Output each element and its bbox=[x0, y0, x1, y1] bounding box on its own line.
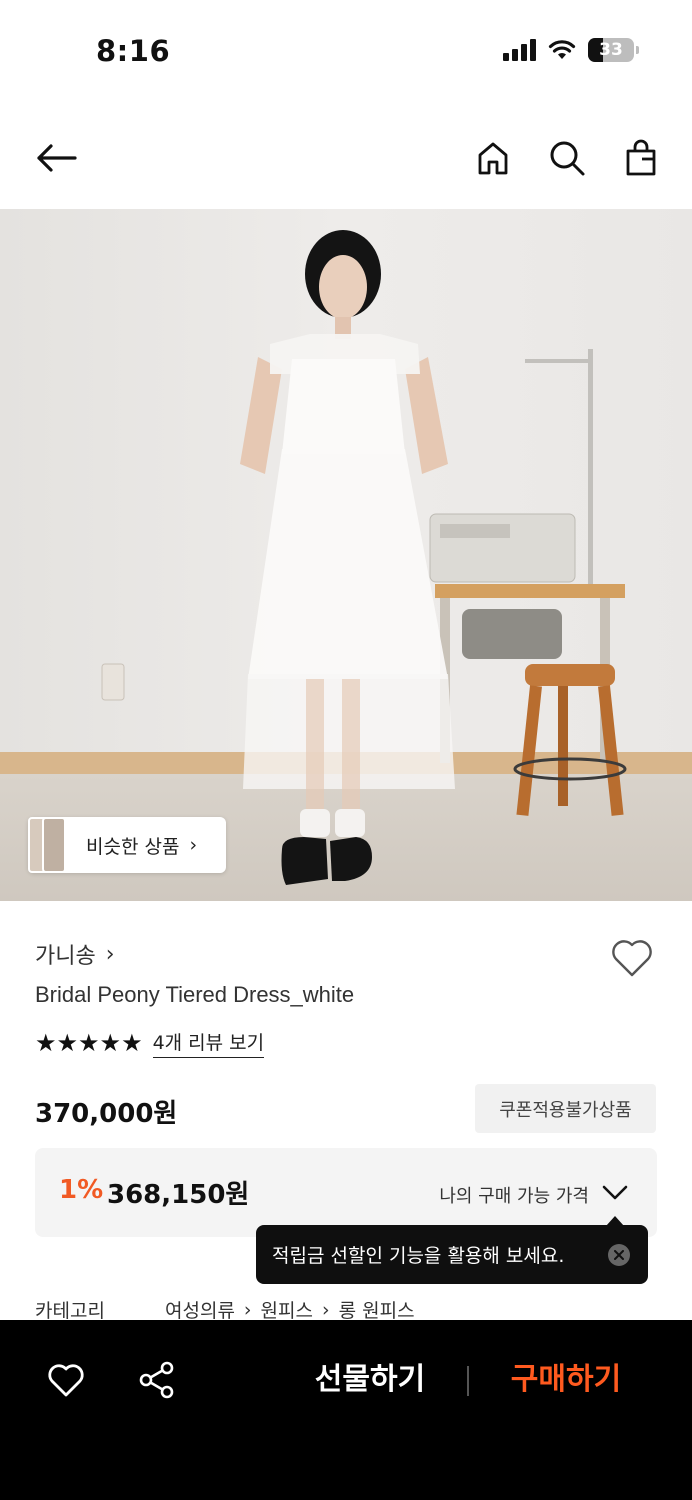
chevron-right-icon: › bbox=[243, 1298, 252, 1321]
share-button[interactable] bbox=[137, 1360, 177, 1400]
brand-link[interactable]: 가니송 › bbox=[35, 938, 115, 970]
category-label: 카테고리 bbox=[35, 1300, 105, 1322]
cart-button[interactable] bbox=[619, 136, 663, 180]
gift-button[interactable]: 선물하기 bbox=[300, 1356, 440, 1404]
top-nav bbox=[0, 118, 692, 196]
brand-name: 가니송 bbox=[35, 944, 96, 969]
star-rating-icon: ★★★★★ bbox=[35, 1029, 143, 1057]
back-button[interactable] bbox=[34, 136, 78, 180]
tooltip: 적립금 선할인 기능을 활용해 보세요. bbox=[256, 1216, 648, 1284]
divider bbox=[467, 1366, 469, 1396]
search-icon bbox=[550, 141, 585, 176]
close-icon bbox=[614, 1250, 624, 1260]
discounted-price: 368,150원 bbox=[107, 1180, 250, 1210]
coupon-badge: 쿠폰적용불가상품 bbox=[475, 1084, 656, 1133]
breadcrumb-item[interactable]: 롱 원피스 bbox=[339, 1296, 415, 1323]
heart-icon bbox=[48, 1364, 84, 1397]
product-photo bbox=[0, 209, 692, 901]
chevron-right-icon: › bbox=[189, 834, 198, 856]
battery-level: 33 bbox=[599, 40, 623, 60]
status-icons: 33 bbox=[503, 38, 639, 62]
like-button[interactable] bbox=[46, 1360, 86, 1400]
tooltip-close-button[interactable] bbox=[608, 1244, 630, 1266]
home-icon bbox=[478, 142, 508, 175]
wishlist-button[interactable] bbox=[610, 937, 654, 979]
home-button[interactable] bbox=[471, 136, 515, 180]
buy-button[interactable]: 구매하기 bbox=[496, 1356, 636, 1404]
my-price-label: 나의 구매 가능 가격 bbox=[439, 1186, 589, 1207]
share-icon bbox=[139, 1361, 174, 1399]
product-image[interactable] bbox=[0, 209, 692, 901]
status-bar: 8:16 33 bbox=[0, 0, 692, 100]
category-row: 카테고리 여성의류 › 원피스 › 롱 원피스 bbox=[35, 1296, 415, 1323]
shopping-bag-icon bbox=[626, 139, 656, 176]
similar-thumbnails bbox=[28, 817, 68, 873]
cellular-signal-icon bbox=[503, 39, 536, 61]
similar-products-label: 비슷한 상품 bbox=[86, 835, 180, 858]
search-button[interactable] bbox=[545, 136, 589, 180]
bottom-action-bar: 선물하기 구매하기 bbox=[0, 1320, 692, 1500]
tooltip-text: 적립금 선할인 기능을 활용해 보세요. bbox=[272, 1245, 565, 1267]
chevron-right-icon: › bbox=[321, 1298, 330, 1321]
rating-row: ★★★★★ 4개 리뷰 보기 bbox=[35, 1028, 265, 1058]
product-title: Bridal Peony Tiered Dress_white bbox=[35, 982, 355, 1007]
wifi-icon bbox=[548, 40, 576, 59]
back-arrow-icon bbox=[37, 144, 77, 172]
battery-icon: 33 bbox=[588, 38, 639, 62]
heart-icon bbox=[612, 940, 652, 977]
review-link[interactable]: 4개 리뷰 보기 bbox=[152, 1028, 265, 1058]
breadcrumb-item[interactable]: 여성의류 bbox=[165, 1296, 235, 1323]
my-price-dropdown[interactable]: 1% 368,150원 나의 구매 가능 가격 bbox=[35, 1148, 657, 1237]
status-time: 8:16 bbox=[96, 34, 171, 68]
discount-rate: 1% bbox=[59, 1175, 104, 1205]
chevron-right-icon: › bbox=[105, 941, 115, 967]
breadcrumb-item[interactable]: 원피스 bbox=[261, 1296, 313, 1323]
chevron-down-icon bbox=[602, 1185, 628, 1200]
similar-products-button[interactable]: 비슷한 상품 › bbox=[28, 817, 226, 873]
breadcrumb: 여성의류 › 원피스 › 롱 원피스 bbox=[165, 1296, 415, 1323]
product-price: 370,000원 bbox=[35, 1099, 178, 1129]
